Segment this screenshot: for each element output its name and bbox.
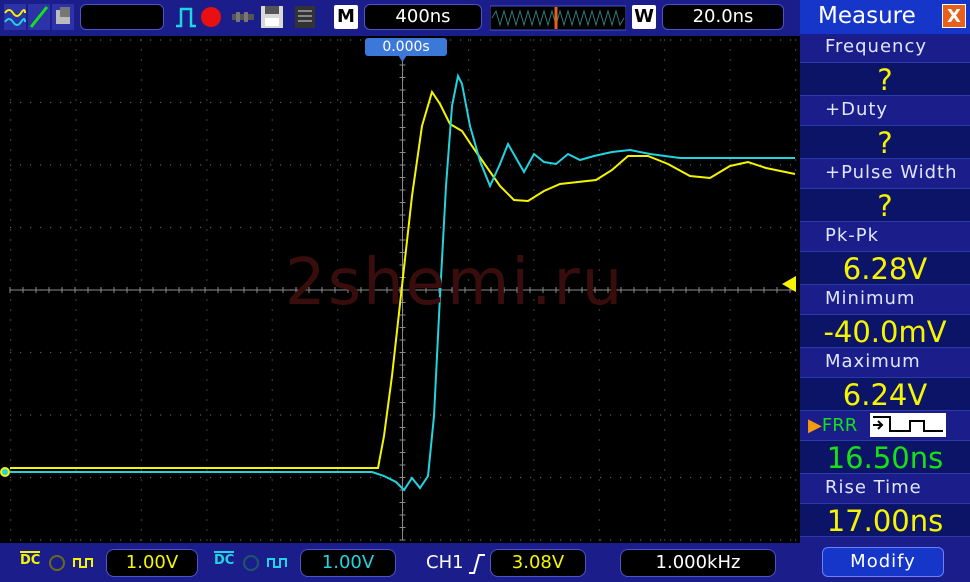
measure-label-rise-time: Rise Time	[825, 477, 922, 498]
list-icon[interactable]	[292, 4, 318, 30]
ch2-coupling-icon[interactable]: DC	[214, 551, 234, 567]
measure-icon[interactable]	[28, 4, 50, 30]
rising-edge-icon	[469, 554, 485, 574]
save-icon[interactable]	[258, 4, 286, 30]
measure-value-frr: 16.50ns	[800, 440, 970, 475]
ch1-invert-icon	[73, 558, 93, 568]
measure-label-pk-pk: Pk-Pk	[825, 225, 880, 246]
ch2-invert-icon	[267, 558, 287, 568]
pulse-trigger-icon[interactable]	[174, 4, 198, 30]
measure-label-pulse-width: +Pulse Width	[825, 162, 958, 183]
measure-label-minimum: Minimum	[825, 288, 916, 309]
frequency-counter-box[interactable]: 1.000kHz	[620, 549, 776, 577]
ch2-scale-box[interactable]: 1.00V	[300, 549, 396, 577]
frr-text: FRR	[821, 415, 858, 436]
ch2-ground-marker	[2, 469, 8, 475]
measure-label-frequency: Frequency	[825, 36, 927, 57]
memory-position-bar[interactable]	[490, 5, 626, 31]
top-toolbar: M 400ns W 20.0ns	[0, 0, 800, 36]
trigger-source-label: CH1	[426, 552, 464, 573]
timebase-box[interactable]: 400ns	[364, 4, 482, 30]
measure-value-minimum: -40.0mV	[800, 314, 970, 349]
waveform-display[interactable]: 2shemi.ru 0.000s	[0, 36, 800, 543]
record-icon[interactable]	[198, 4, 224, 30]
ch1-coupling-label: DC	[20, 553, 41, 568]
probe-icon[interactable]	[230, 4, 256, 30]
measure-value-pk-pk: 6.28V	[800, 251, 970, 286]
ch1-bw-limit-icon	[49, 555, 65, 571]
run-status-box[interactable]	[80, 4, 164, 30]
ch1-coupling-icon[interactable]: DC	[20, 551, 40, 567]
measure-value-maximum: 6.24V	[800, 377, 970, 412]
window-w-button[interactable]: W	[632, 5, 656, 29]
measure-panel: Measure X Frequency ? +Duty ? +Pulse Wid…	[800, 0, 970, 582]
modify-button[interactable]: Modify	[822, 547, 944, 577]
measure-label-maximum: Maximum	[825, 351, 921, 372]
close-icon[interactable]: X	[942, 4, 966, 28]
window-time-box[interactable]: 20.0ns	[662, 4, 784, 30]
measure-value-frequency: ?	[800, 62, 970, 97]
bottom-status-bar: DC 1.00V DC 1.00V CH1 3.08V 1.000kHz	[0, 543, 800, 582]
ch2-bw-limit-icon	[243, 555, 259, 571]
measure-value-duty: ?	[800, 125, 970, 160]
frr-arrow-icon: ▶	[808, 415, 822, 436]
trigger-time-label: 0.000s	[365, 38, 447, 56]
measure-label-duty: +Duty	[825, 99, 889, 120]
measure-title: Measure	[818, 3, 916, 29]
frr-label: ▶FRR	[808, 415, 857, 436]
measure-value-pulse-width: ?	[800, 188, 970, 223]
menu-m-button[interactable]: M	[334, 5, 358, 29]
watermark: 2shemi.ru	[285, 246, 625, 320]
trigger-level-box[interactable]: 3.08V	[490, 549, 586, 577]
display-icon[interactable]	[52, 4, 74, 30]
ch2-coupling-label: DC	[214, 553, 235, 568]
measure-header: Measure X	[800, 0, 970, 34]
frr-edge-diagram-icon	[870, 413, 946, 437]
waveform-icon[interactable]	[4, 4, 26, 30]
ch1-scale-box[interactable]: 1.00V	[106, 549, 198, 577]
measure-value-rise-time: 17.00ns	[800, 503, 970, 538]
